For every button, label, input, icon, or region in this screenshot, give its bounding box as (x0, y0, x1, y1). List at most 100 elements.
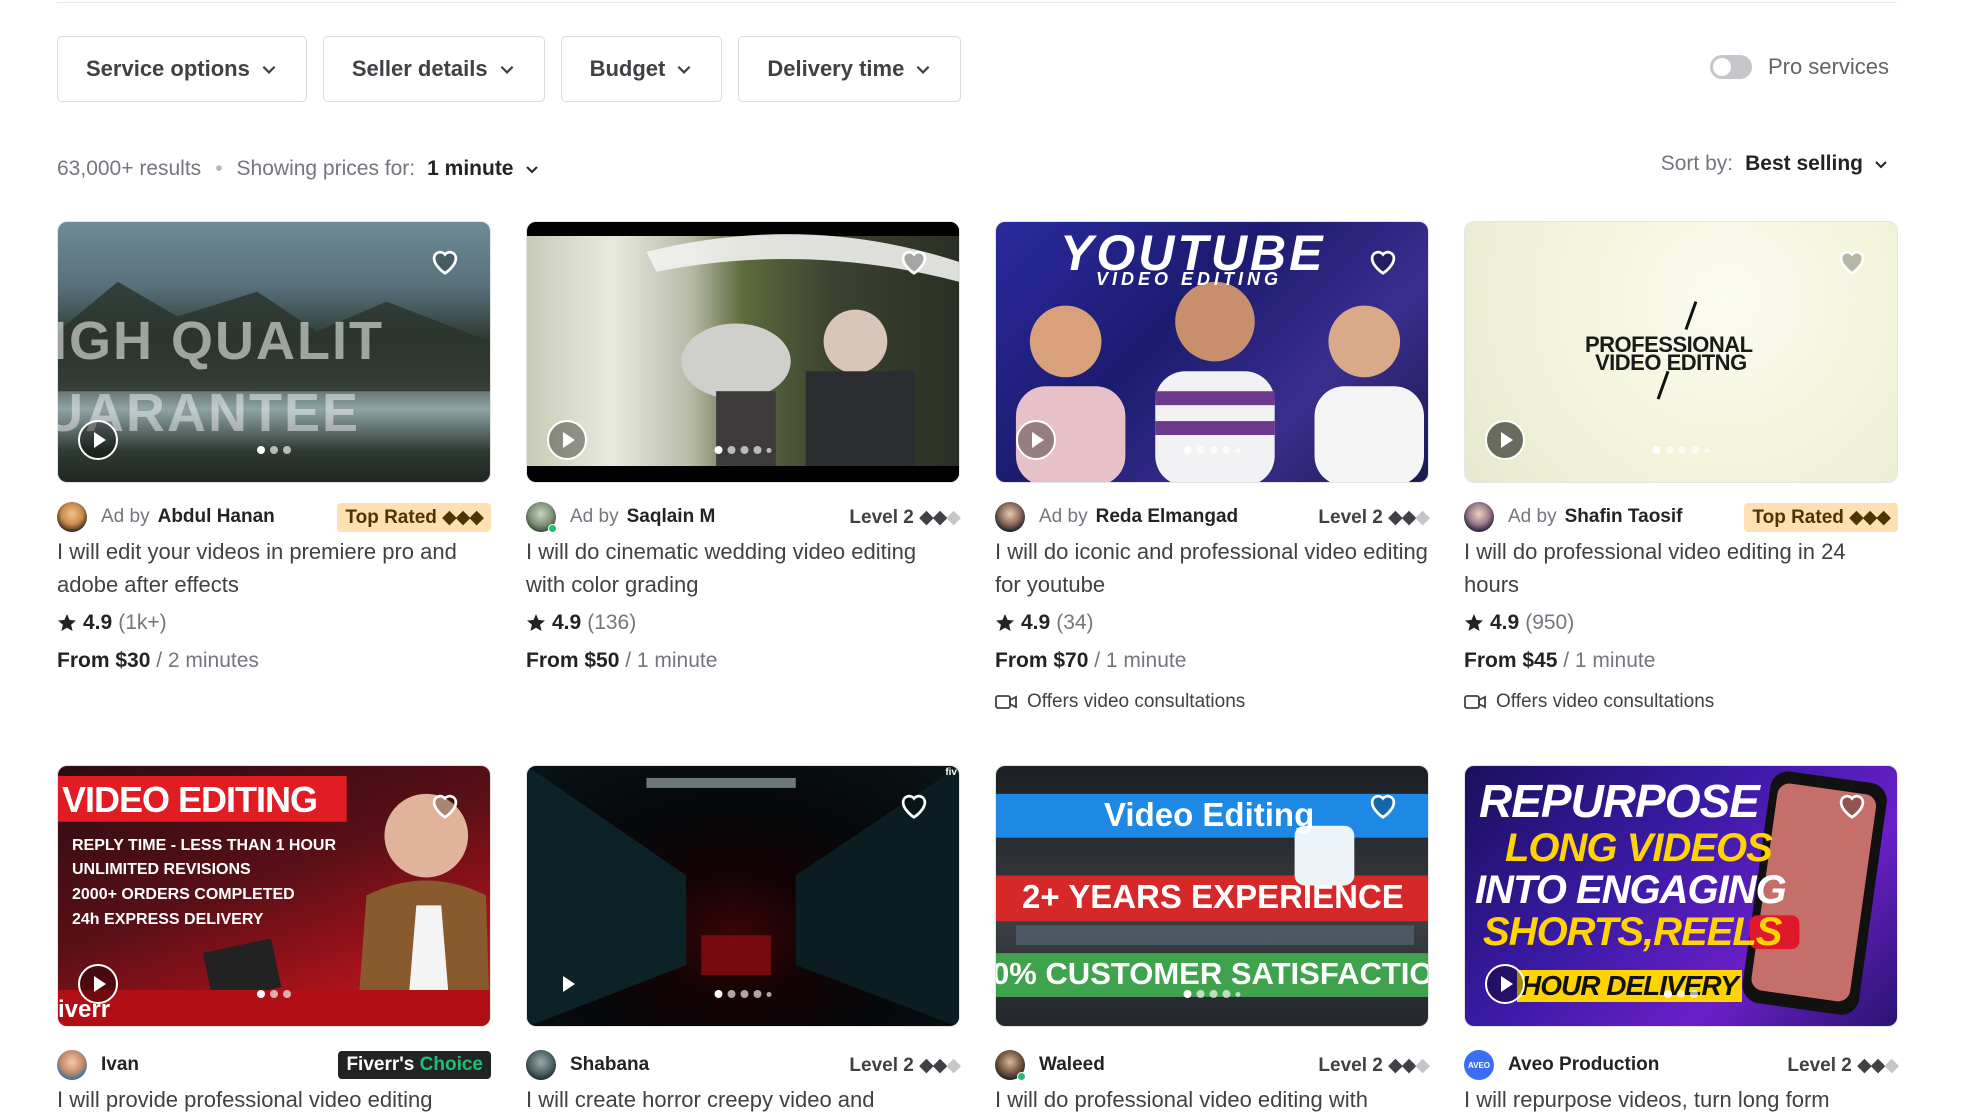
gig-card[interactable]: VIDEO EDITING REPLY TIME - LESS THAN 1 H… (57, 765, 491, 1115)
seller-row: Waleed Level 2 ◆◆◆ (995, 1049, 1430, 1081)
gig-card[interactable]: REPURPOSE LONG VIDEOS INTO ENGAGING SHOR… (1464, 765, 1899, 1115)
video-consultation-note: Offers video consultations (995, 691, 1429, 713)
thumbnail-caption: Video Editing (1104, 796, 1315, 833)
carousel-dots (1664, 990, 1698, 998)
gig-thumbnail[interactable]: fiv (526, 765, 960, 1027)
heart-icon[interactable] (897, 790, 931, 820)
showing-prices-dropdown[interactable]: 1 minute (427, 157, 513, 181)
pro-services-toggle[interactable] (1709, 55, 1752, 79)
seller-name[interactable]: Shabana (570, 1054, 649, 1076)
gig-card[interactable]: IGH QUALIT UARANTEE Ad by Abdul Hanan To… (57, 221, 491, 713)
ad-by-label: Ad by (1039, 506, 1088, 527)
avatar[interactable] (57, 1050, 87, 1080)
seller-name[interactable]: Aveo Production (1508, 1054, 1659, 1076)
gig-thumbnail[interactable]: PROFESSIONAL VIDEO EDITNG (1464, 221, 1898, 483)
seller-name[interactable]: Shafin Taosif (1565, 506, 1683, 528)
price-per: / 1 minute (1563, 649, 1656, 672)
results-summary: 63,000+ results • Showing prices for: 1 … (57, 157, 540, 181)
filter-bar: Service options Seller details Budget De… (57, 36, 962, 102)
seller-name[interactable]: Abdul Hanan (158, 506, 275, 528)
gig-card[interactable]: fiv Shabana Level 2 ◆◆◆ I will create ho… (526, 765, 961, 1115)
seller-name[interactable]: Waleed (1039, 1054, 1105, 1076)
gig-title[interactable]: I will do professional video editing in … (1464, 535, 1898, 601)
gig-thumbnail[interactable]: IGH QUALIT UARANTEE (57, 221, 491, 483)
play-icon[interactable] (1016, 420, 1056, 460)
heart-icon[interactable] (428, 246, 462, 276)
gig-card[interactable]: YOUTUBE VIDEO EDITING Ad by Reda Elmanga… (995, 221, 1430, 713)
avatar[interactable] (995, 502, 1025, 532)
filter-budget[interactable]: Budget (560, 36, 723, 102)
thumbnail-caption: fiv (945, 767, 957, 778)
seller-name[interactable]: Ivan (101, 1054, 139, 1076)
gig-title[interactable]: I will do cinematic wedding video editin… (526, 535, 960, 601)
gig-title[interactable]: I will do professional video editing wit… (995, 1083, 1429, 1115)
price: From $50 / 1 minute (526, 649, 960, 673)
chevron-down-icon[interactable] (524, 161, 540, 177)
pro-services-label[interactable]: Pro services (1768, 54, 1889, 80)
seller-row: Ad by Saqlain M Level 2 ◆◆◆ (526, 501, 961, 533)
sort-dropdown[interactable]: Best selling (1745, 152, 1863, 176)
gig-thumbnail[interactable]: VIDEO EDITING REPLY TIME - LESS THAN 1 H… (57, 765, 491, 1027)
filter-delivery-time[interactable]: Delivery time (738, 36, 962, 102)
gig-thumbnail[interactable] (526, 221, 960, 483)
carousel-dots (714, 990, 772, 998)
heart-icon[interactable] (1366, 246, 1400, 276)
gig-card[interactable]: PROFESSIONAL VIDEO EDITNG Ad by Shafin T… (1464, 221, 1898, 713)
umbrella-shape (646, 234, 959, 466)
gig-title[interactable]: I will provide professional video editin… (57, 1083, 491, 1115)
filter-label: Seller details (351, 56, 488, 81)
price-from: From $30 (57, 649, 151, 672)
play-icon[interactable] (547, 964, 587, 1004)
heart-icon[interactable] (428, 790, 462, 820)
star-icon (527, 614, 545, 631)
video-consultation-note: Offers video consultations (1464, 691, 1898, 713)
price-per: / 2 minutes (156, 649, 259, 672)
filter-seller-details[interactable]: Seller details (322, 36, 545, 102)
heart-icon[interactable] (1366, 790, 1400, 820)
avatar[interactable] (526, 1050, 556, 1080)
gig-thumbnail[interactable]: YOUTUBE VIDEO EDITING (995, 221, 1429, 483)
gig-title[interactable]: I will do iconic and professional video … (995, 535, 1429, 601)
play-icon[interactable] (78, 964, 118, 1004)
rating: 4.9 (950) (1464, 611, 1898, 635)
avatar-logo-text: AVEO (1467, 1060, 1491, 1070)
thumbnail-caption: REPLY TIME - LESS THAN 1 HOUR (72, 837, 337, 854)
thumbnail-caption: VIDEO EDITING (62, 779, 318, 820)
thumbnail-caption: HOUR DELIVERY (1517, 970, 1742, 1002)
badge-text: Level 2 (1318, 506, 1383, 528)
gig-title[interactable]: I will create horror creepy video and (526, 1083, 960, 1115)
top-rated-badge: Top Rated ◆◆◆ (1744, 502, 1898, 532)
diamonds-icon: ◆◆◆ (442, 506, 484, 528)
heart-icon[interactable] (1835, 790, 1869, 820)
filter-service-options[interactable]: Service options (57, 36, 307, 102)
seller-name[interactable]: Reda Elmangad (1096, 506, 1239, 528)
gig-card[interactable]: Ad by Saqlain M Level 2 ◆◆◆ I will do ci… (526, 221, 961, 713)
avatar[interactable] (1464, 502, 1494, 532)
avatar[interactable] (526, 502, 557, 533)
gig-title[interactable]: I will edit your videos in premiere pro … (57, 535, 491, 601)
sort-label: Sort by: (1660, 152, 1734, 175)
play-icon[interactable] (78, 420, 118, 460)
diamonds-icon: ◆◆◆ (1849, 506, 1891, 528)
play-icon[interactable] (1485, 420, 1525, 460)
gig-thumbnail[interactable]: Video Editing 2+ YEARS EXPERIENCE 0% CUS… (995, 765, 1429, 1027)
gig-title[interactable]: I will repurpose videos, turn long form (1464, 1083, 1898, 1115)
avatar[interactable] (57, 502, 87, 532)
play-icon[interactable] (1485, 964, 1525, 1004)
play-icon[interactable] (547, 420, 587, 460)
chevron-down-icon[interactable] (1873, 156, 1889, 172)
level-badge: Level 2 ◆◆◆ (1318, 506, 1430, 529)
seller-row: Ad by Shafin Taosif Top Rated ◆◆◆ (1464, 501, 1898, 533)
diamonds-icon: ◆◆◆ (1388, 506, 1430, 528)
heart-icon[interactable] (1835, 246, 1869, 276)
avatar[interactable]: AVEO (1464, 1050, 1494, 1080)
avatar[interactable] (995, 1050, 1026, 1081)
seller-name[interactable]: Saqlain M (627, 506, 716, 528)
thumbnail-caption: 24h EXPRESS DELIVERY (72, 911, 264, 928)
level-badge: Level 2 ◆◆◆ (1787, 1054, 1899, 1077)
heart-icon[interactable] (897, 246, 931, 276)
seller-row: Ivan Fiverr's Choice (57, 1049, 491, 1081)
gig-thumbnail[interactable]: REPURPOSE LONG VIDEOS INTO ENGAGING SHOR… (1464, 765, 1898, 1027)
thumbnail-caption: VIDEO EDITNG (1595, 350, 1747, 375)
gig-card[interactable]: Video Editing 2+ YEARS EXPERIENCE 0% CUS… (995, 765, 1430, 1115)
